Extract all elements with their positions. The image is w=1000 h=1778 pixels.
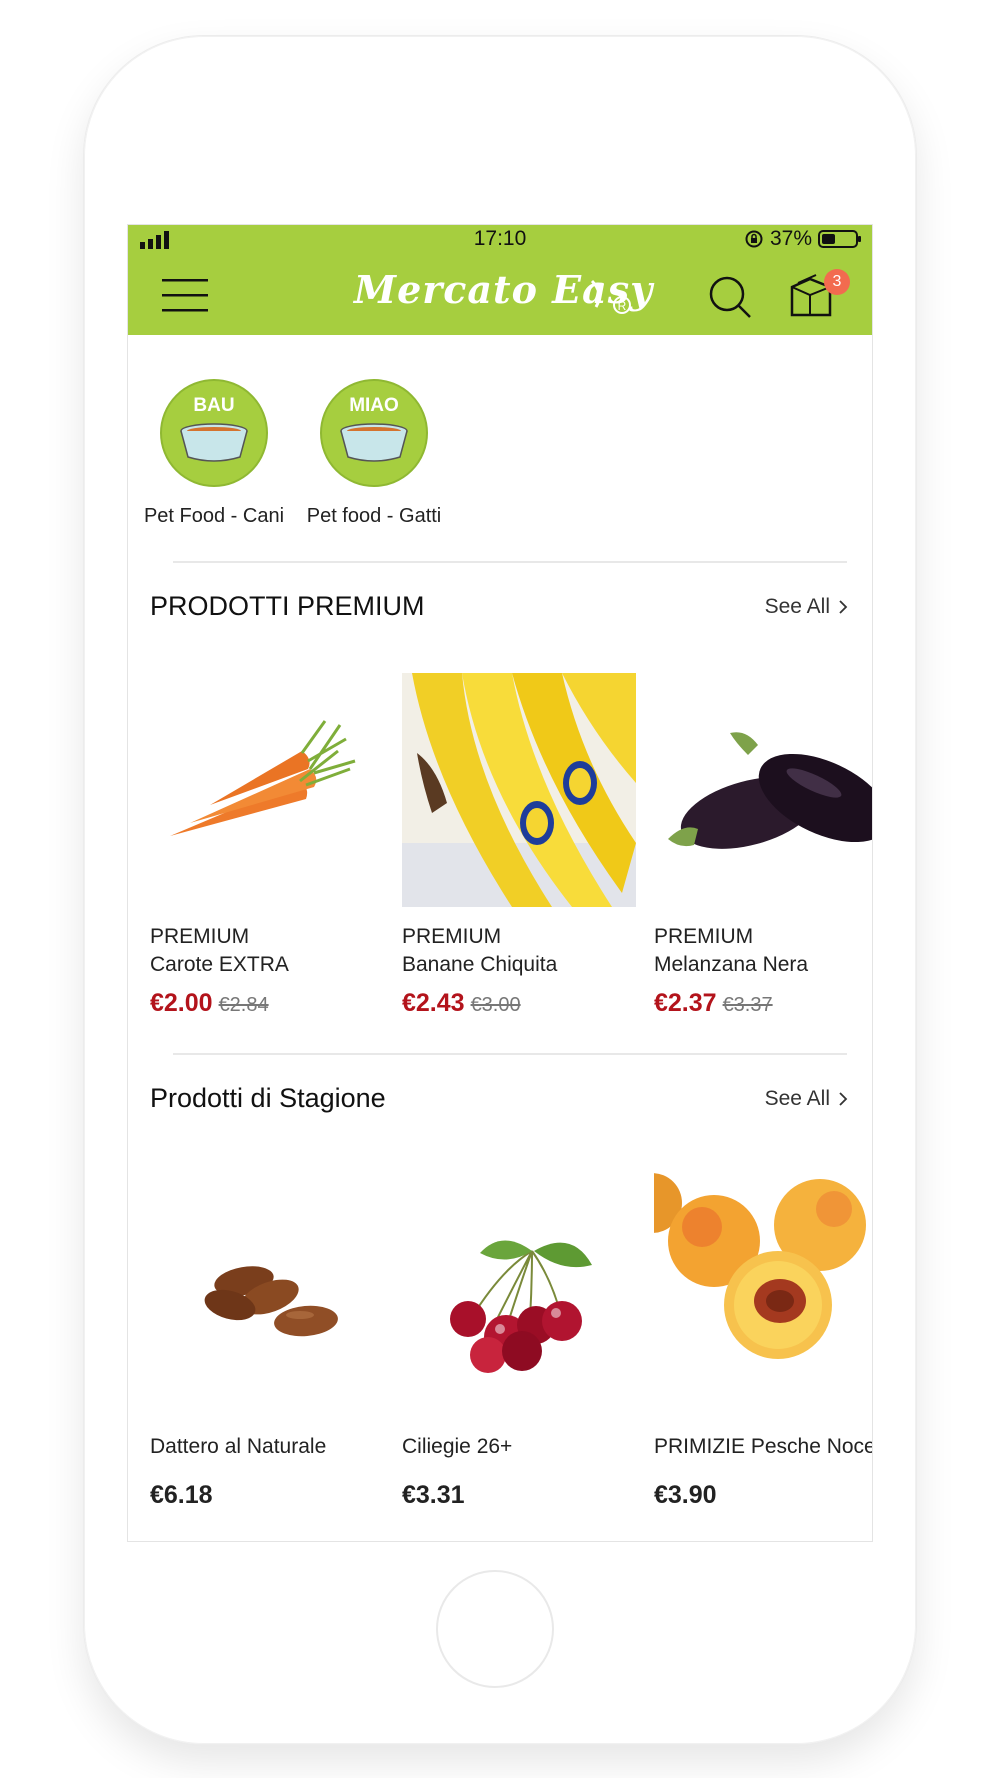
rotation-lock-icon: [745, 230, 763, 248]
category-label: Pet Food - Cani: [143, 505, 285, 527]
product-card[interactable]: PRIMIZIE Pesche Noce €3.90: [654, 1169, 873, 1509]
price-row: €6.18: [150, 1481, 213, 1510]
price-row: €2.37 €3.37: [654, 989, 773, 1018]
battery-percent: 37%: [769, 227, 812, 250]
product-price: €3.90: [654, 1481, 717, 1509]
status-right: 37%: [744, 227, 862, 251]
product-name-line1: PREMIUM: [402, 925, 502, 948]
app-screen: 17:10 37% Mercato Easy R 3 BAU Pet Food …: [127, 224, 873, 1542]
product-price: €2.00: [150, 989, 213, 1017]
svg-text:R: R: [618, 299, 627, 313]
product-old-price: €2.84: [218, 994, 269, 1016]
brand-logo[interactable]: Mercato Easy R: [354, 265, 652, 323]
price-row: €3.31: [402, 1481, 465, 1510]
product-image-peaches: [654, 1169, 872, 1403]
product-name: Ciliegie 26+: [402, 1435, 513, 1458]
product-price: €2.43: [402, 989, 465, 1017]
product-old-price: €3.37: [722, 994, 773, 1016]
product-image-carrots: [150, 673, 384, 907]
price-row: €2.43 €3.00: [402, 989, 521, 1018]
cart-count-badge: 3: [824, 269, 850, 295]
chevron-right-icon: [839, 1092, 848, 1106]
dog-bowl-icon: BAU: [160, 379, 268, 487]
product-card[interactable]: PREMIUM Carote EXTRA €2.00 €2.84: [150, 673, 386, 1017]
section-title-stagione: Prodotti di Stagione: [150, 1083, 386, 1113]
status-bar: 17:10 37%: [128, 225, 872, 253]
home-button[interactable]: [436, 1570, 554, 1688]
product-card[interactable]: Dattero al Naturale €6.18: [150, 1169, 386, 1509]
app-header: 17:10 37% Mercato Easy R 3: [128, 225, 872, 335]
price-row: €3.90: [654, 1481, 717, 1510]
category-badge-text: MIAO: [349, 395, 399, 416]
price-row: €2.00 €2.84: [150, 989, 269, 1018]
search-icon[interactable]: [708, 275, 752, 319]
product-name-line1: PREMIUM: [654, 925, 754, 948]
chevron-right-icon: [839, 600, 848, 614]
product-name-line2: Banane Chiquita: [402, 953, 558, 976]
product-card[interactable]: PREMIUM Banane Chiquita €2.43 €3.00: [402, 673, 638, 1017]
product-image-dates: [150, 1169, 384, 1403]
see-all-label: See All: [764, 595, 830, 618]
see-all-stagione-link[interactable]: See All: [765, 1087, 848, 1111]
product-name-line2: Carote EXTRA: [150, 953, 289, 976]
product-name-line1: PREMIUM: [150, 925, 250, 948]
product-price: €6.18: [150, 1481, 213, 1509]
hamburger-menu-icon[interactable]: [162, 275, 208, 315]
cat-bowl-icon: MIAO: [320, 379, 428, 487]
divider: [173, 561, 847, 563]
category-label: Pet food - Gatti: [306, 505, 442, 527]
product-card[interactable]: Ciliegie 26+ €3.31: [402, 1169, 638, 1509]
product-price: €3.31: [402, 1481, 465, 1509]
product-image-cherries: [402, 1169, 636, 1403]
see-all-premium-link[interactable]: See All: [765, 595, 848, 619]
product-old-price: €3.00: [470, 994, 521, 1016]
product-name: PRIMIZIE Pesche Noce: [654, 1435, 873, 1458]
logo-mark-icon: R: [590, 279, 631, 314]
category-pet-food-gatti[interactable]: MIAO Pet food - Gatti: [294, 379, 454, 528]
category-pet-food-cani[interactable]: BAU Pet Food - Cani: [134, 379, 294, 528]
battery-icon: [818, 230, 861, 248]
divider: [173, 1053, 847, 1055]
product-image-bananas: [402, 673, 636, 907]
see-all-label: See All: [764, 1087, 830, 1110]
product-image-eggplants: [654, 673, 872, 907]
category-badge-text: BAU: [193, 395, 234, 416]
product-price: €2.37: [654, 989, 717, 1017]
product-name-line2: Melanzana Nera: [654, 953, 809, 976]
product-name: Dattero al Naturale: [150, 1435, 327, 1458]
product-card[interactable]: PREMIUM Melanzana Nera €2.37 €3.37: [654, 673, 872, 1017]
section-title-premium: PRODOTTI PREMIUM: [150, 591, 425, 621]
